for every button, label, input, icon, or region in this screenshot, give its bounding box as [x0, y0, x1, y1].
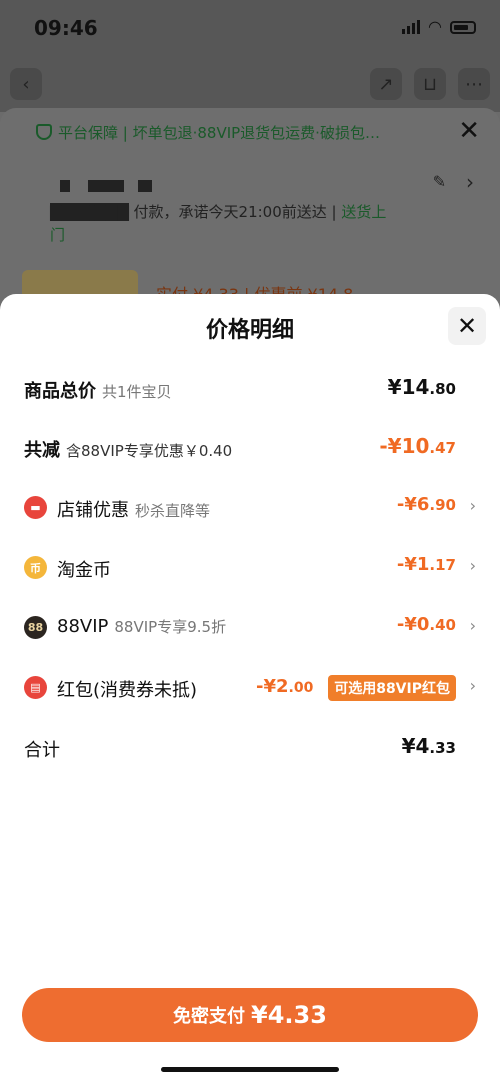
- shop-discount-icon: ▬: [24, 496, 47, 519]
- row-total-reduction: 共减 含88VIP专享优惠￥0.40 -¥10.47: [24, 430, 476, 466]
- vip-red-packet-badge[interactable]: 可选用88VIP红包: [328, 675, 456, 701]
- chevron-right-icon: ›: [469, 616, 476, 635]
- row-sum: 合计 ¥4.33: [24, 730, 476, 766]
- row-total-price: 商品总价 共1件宝贝 ¥14.80: [24, 371, 476, 407]
- row-shop-discount[interactable]: ▬ 店铺优惠 秒杀直降等 -¥6.90 ›: [24, 490, 476, 526]
- signal-icon: [402, 20, 421, 34]
- row-sub: 88VIP专享9.5折: [114, 618, 227, 636]
- home-indicator[interactable]: [161, 1067, 339, 1072]
- close-icon[interactable]: ✕: [458, 116, 480, 146]
- row-red-packet[interactable]: ▤ 红包(消费券未抵) -¥2.00 可选用88VIP红包 ›: [24, 670, 476, 706]
- battery-icon: [450, 20, 476, 34]
- row-label: 淘金币: [57, 560, 111, 581]
- share-icon[interactable]: ↗: [370, 68, 402, 100]
- status-icons: ◠: [402, 17, 476, 36]
- row-sub: 共1件宝贝: [102, 383, 172, 401]
- delivery-info: ▇▇ ▇ ▇▇▇ 付款，承诺今天21:00前送达 | 送货上: [50, 203, 387, 221]
- close-button[interactable]: ✕: [448, 307, 486, 345]
- row-label: 88VIP 88VIP专享9.5折: [57, 616, 227, 637]
- cart-icon[interactable]: ⊔: [414, 68, 446, 100]
- close-icon: ✕: [456, 312, 478, 340]
- row-value: -¥6.90: [396, 494, 456, 515]
- row-taobao-coin: 币 淘金币 -¥1.17 ›: [24, 550, 476, 586]
- coin-icon: 币: [24, 556, 47, 579]
- row-value: ¥4.33: [401, 734, 456, 758]
- row-value: -¥0.40: [396, 614, 456, 635]
- vip-icon: 88: [24, 616, 47, 639]
- row-label: 合计: [24, 740, 60, 761]
- row-sub: 秒杀直降等: [135, 502, 211, 520]
- back-icon[interactable]: ‹: [10, 68, 42, 100]
- chevron-right-icon: ›: [469, 676, 476, 695]
- edit-icon[interactable]: ✎: [433, 172, 446, 191]
- row-value: ¥14.80: [387, 375, 456, 399]
- address-redacted: [138, 180, 152, 192]
- row-label: 共减 含88VIP专享优惠￥0.40: [24, 440, 233, 461]
- row-88vip: 88 88VIP 88VIP专享9.5折 -¥0.40 ›: [24, 610, 476, 646]
- delivery-tag: 送货上: [341, 203, 387, 221]
- chevron-right-icon: ›: [469, 496, 476, 515]
- shield-icon: [36, 124, 52, 140]
- row-value: -¥1.17: [396, 554, 456, 575]
- row-label: 店铺优惠 秒杀直降等: [57, 500, 211, 521]
- pay-button-label: 免密支付: [173, 1006, 246, 1027]
- row-label: 红包(消费券未抵): [57, 680, 198, 701]
- delivery-text: 付款，承诺今天21:00前送达 |: [133, 203, 342, 221]
- wifi-icon: ◠: [428, 17, 442, 36]
- pay-button-amount: ¥4.33: [251, 1001, 327, 1029]
- pay-button[interactable]: 免密支付 ¥4.33: [22, 988, 478, 1042]
- address-redacted: [60, 180, 70, 192]
- sheet-title: 价格明细: [205, 318, 294, 343]
- row-sub: 含88VIP专享优惠￥0.40: [66, 442, 233, 460]
- address-redacted: [88, 180, 124, 192]
- row-value: -¥2.00: [256, 676, 314, 697]
- more-icon[interactable]: ⋯: [458, 68, 490, 100]
- chevron-right-icon[interactable]: ›: [466, 170, 474, 194]
- nav-bar: ‹ ↗ ⊔ ⋯: [0, 56, 500, 112]
- status-time: 09:46: [34, 16, 98, 40]
- row-label: 商品总价 共1件宝贝: [24, 381, 172, 402]
- guarantee-banner[interactable]: 平台保障 | 坏单包退·88VIP退货包运费·破损包…: [58, 122, 448, 143]
- status-bar: 09:46 ◠: [0, 0, 500, 56]
- delivery-tag-continued: 门: [50, 226, 66, 244]
- red-packet-icon: ▤: [24, 676, 47, 699]
- row-value: -¥10.47: [379, 434, 456, 458]
- chevron-right-icon: ›: [469, 556, 476, 575]
